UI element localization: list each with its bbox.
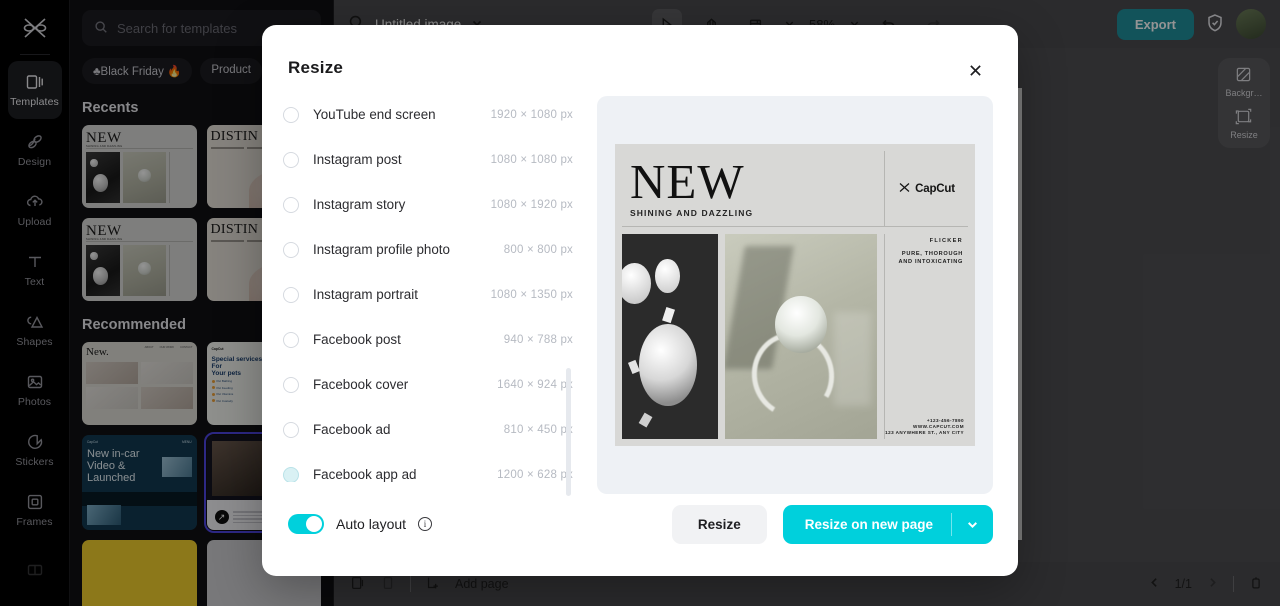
size-preset-dimensions: 1080 × 1350 px (490, 288, 573, 301)
resize-on-new-page-label: Resize on new page (804, 517, 933, 532)
poster-headline: NEW (630, 154, 745, 209)
size-list-scrollbar[interactable] (566, 368, 571, 496)
size-preset-dimensions: 800 × 800 px (503, 243, 573, 256)
size-preset-row[interactable]: YouTube end screen 1920 × 1080 px (283, 92, 573, 137)
chevron-down-icon[interactable] (952, 505, 993, 544)
size-preset-radio[interactable] (283, 196, 299, 213)
size-preset-row[interactable]: Instagram post 1080 × 1080 px (283, 137, 573, 182)
poster-contact: +123-456-7890 WWW.CAPCUT.COM 123 ANYWHER… (885, 418, 964, 436)
size-preset-dimensions: 810 × 450 px (503, 423, 573, 436)
size-preset-radio[interactable] (283, 421, 299, 438)
dialog-title: Resize (288, 58, 344, 77)
poster-tagline-line2: AND INTOXICATING (898, 259, 963, 265)
capcut-logo-icon (898, 180, 911, 198)
poster-tagline: PURE, THOROUGH AND INTOXICATING (890, 250, 963, 266)
preview-poster: NEW SHINING AND DAZZLING CapCut FLICKER … (615, 144, 975, 446)
close-icon[interactable] (965, 60, 985, 80)
size-preset-name: Instagram story (313, 197, 406, 212)
poster-tagline-line1: PURE, THOROUGH (901, 251, 963, 257)
size-preset-row[interactable]: Facebook cover 1640 × 924 px (283, 362, 573, 407)
size-preset-name: Facebook app ad (313, 467, 417, 482)
poster-side-text: FLICKER PURE, THOROUGH AND INTOXICATING … (884, 234, 968, 439)
size-preset-row[interactable]: Instagram profile photo 800 × 800 px (283, 227, 573, 272)
auto-layout-label: Auto layout (336, 516, 407, 532)
poster-image-diamonds (622, 234, 718, 439)
size-preset-name: Instagram portrait (313, 287, 418, 302)
size-preset-name: Instagram profile photo (313, 242, 450, 257)
size-preset-radio[interactable] (283, 106, 299, 123)
poster-contact-address: 123 ANYWHERE ST., ANY CITY (885, 430, 964, 435)
resize-button[interactable]: Resize (671, 505, 767, 544)
size-preset-name: Facebook cover (313, 377, 409, 392)
resize-on-new-page-button[interactable]: Resize on new page (782, 505, 993, 544)
size-preset-row[interactable]: Facebook app ad 1200 × 628 px (283, 452, 573, 482)
size-preset-radio[interactable] (283, 376, 299, 393)
size-preset-name: Facebook ad (313, 422, 391, 437)
size-preset-name: Instagram post (313, 152, 402, 167)
info-icon[interactable]: i (418, 517, 433, 531)
auto-layout-row: Auto layout i (288, 514, 433, 534)
size-preset-dimensions: 1080 × 1080 px (490, 153, 573, 166)
size-preset-row[interactable]: Facebook ad 810 × 450 px (283, 407, 573, 452)
poster-body: FLICKER PURE, THOROUGH AND INTOXICATING … (622, 227, 968, 439)
dialog-actions: Resize Resize on new page (671, 505, 993, 544)
size-preset-radio[interactable] (283, 241, 299, 258)
size-preset-radio[interactable] (283, 151, 299, 168)
size-preset-row[interactable]: Instagram portrait 1080 × 1350 px (283, 272, 573, 317)
size-preset-dimensions: 1080 × 1920 px (490, 198, 573, 211)
size-preset-name: Facebook post (313, 332, 401, 347)
size-preset-radio[interactable] (283, 466, 299, 482)
size-preset-dimensions: 1920 × 1080 px (490, 108, 573, 121)
poster-brand: CapCut (884, 151, 968, 226)
size-preset-dimensions: 1640 × 924 px (497, 378, 573, 391)
poster-header: NEW SHINING AND DAZZLING CapCut (622, 151, 968, 227)
size-preset-list[interactable]: YouTube end screen 1920 × 1080 px Instagra… (283, 92, 573, 482)
poster-keyword: FLICKER (929, 238, 963, 244)
size-preset-row[interactable]: Facebook post 940 × 788 px (283, 317, 573, 362)
resize-preview-pane: NEW SHINING AND DAZZLING CapCut FLICKER … (597, 96, 993, 494)
size-preset-dimensions: 940 × 788 px (503, 333, 573, 346)
size-preset-radio[interactable] (283, 331, 299, 348)
size-preset-row[interactable]: Instagram story 1080 × 1920 px (283, 182, 573, 227)
poster-subhead: SHINING AND DAZZLING (630, 208, 754, 218)
size-preset-name: YouTube end screen (313, 107, 436, 122)
size-preset-radio[interactable] (283, 286, 299, 303)
poster-brand-label: CapCut (915, 182, 955, 195)
poster-image-ring (725, 234, 877, 439)
size-preset-dimensions: 1200 × 628 px (497, 468, 573, 481)
auto-layout-toggle[interactable] (288, 514, 324, 534)
